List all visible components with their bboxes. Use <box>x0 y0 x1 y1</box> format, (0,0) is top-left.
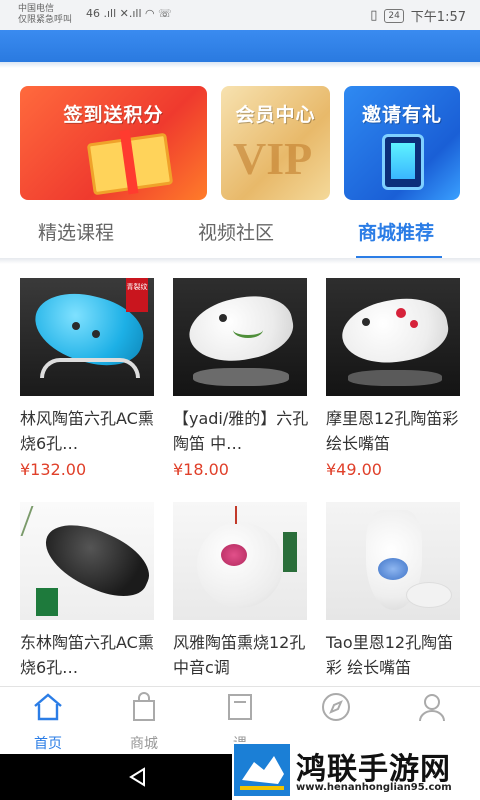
plum-blossom-mark <box>396 308 406 318</box>
carrier-status: 仅限紧急呼叫 <box>18 15 73 25</box>
banner-invite[interactable]: 邀请有礼 <box>344 86 460 200</box>
product-title: Tao里恩12孔陶笛彩 绘长嘴笛 <box>326 633 454 677</box>
signal-text: 46 .ıll ✕.ıll <box>86 7 142 20</box>
product-title: 林风陶笛六孔AC熏 烧6孔… <box>20 409 154 453</box>
painted-leaf-mark <box>233 322 263 338</box>
product-price: ¥18.00 <box>173 460 229 479</box>
vip-art: VIP <box>233 133 313 184</box>
book-icon <box>228 694 252 720</box>
hole-mark <box>72 322 80 330</box>
app-screen: 中国电信 仅限紧急呼叫 46 .ıll ✕.ıll ◠ ☏ ▯ 24 下午1:5… <box>0 0 480 800</box>
product-title: 风雅陶笛熏烧12孔 中音c调 <box>173 633 306 677</box>
nav-mall-label: 商城 <box>130 736 158 752</box>
tab-divider <box>0 258 480 264</box>
product-price: ¥49.00 <box>326 460 382 479</box>
app-header <box>0 30 480 62</box>
product-image <box>173 278 307 396</box>
clock: 下午1:57 <box>410 10 466 25</box>
header-shadow <box>0 62 480 68</box>
product-image <box>20 502 154 620</box>
hole-mark <box>362 318 370 326</box>
product-price: ¥132.00 <box>20 460 87 479</box>
wifi-icon: ◠ ☏ <box>145 7 172 20</box>
stone-base-illustration <box>348 370 442 386</box>
home-icon <box>34 693 62 721</box>
hand-illustration <box>406 582 452 608</box>
hole-mark <box>219 314 227 322</box>
nav-home[interactable]: 首页 <box>0 687 96 755</box>
painted-blue-flower-mark <box>378 558 408 580</box>
plum-blossom-mark <box>410 320 418 328</box>
banner-sign-in[interactable]: 签到送积分 <box>20 86 207 200</box>
status-bar: 中国电信 仅限紧急呼叫 46 .ıll ✕.ıll ◠ ☏ ▯ 24 下午1:5… <box>0 0 480 30</box>
battery-indicator: 24 <box>384 8 404 23</box>
product-tag: 青裂纹 <box>126 278 148 312</box>
product-image: 青裂纹 <box>20 278 154 396</box>
signal-icons: 46 .ıll ✕.ıll ◠ ☏ <box>86 7 172 20</box>
watermark-url: www.henanhonglian95.com <box>296 782 452 793</box>
painted-flower-mark <box>221 544 247 566</box>
vibrate-icon: ▯ <box>370 8 378 23</box>
carrier-name: 中国电信 <box>18 4 55 14</box>
phone-illustration <box>382 134 424 190</box>
banner-invite-title: 邀请有礼 <box>361 104 442 126</box>
banner-vip-title: 会员中心 <box>235 104 316 126</box>
cord-mark <box>235 506 237 524</box>
compass-icon <box>322 693 350 721</box>
nav-home-label: 首页 <box>34 736 62 752</box>
product-title: 东林陶笛六孔AC熏 烧6孔… <box>20 633 154 677</box>
back-triangle-icon[interactable] <box>128 767 148 787</box>
ocarina-illustration <box>337 291 453 371</box>
tab-featured-courses[interactable]: 精选课程 <box>38 218 114 245</box>
banner-vip-center[interactable]: 会员中心 VIP <box>221 86 330 200</box>
product-title: 【yadi/雅的】六孔 陶笛 中… <box>173 409 309 453</box>
banner-sign-in-title: 签到送积分 <box>63 104 164 126</box>
green-tag-mark <box>36 588 58 616</box>
tab-mall-recommend[interactable]: 商城推荐 <box>358 218 434 245</box>
watermark-logo-icon <box>234 744 290 796</box>
phone-screen-illustration <box>391 143 415 179</box>
nav-mall[interactable]: 商城 <box>96 687 192 755</box>
stone-base-illustration <box>193 368 289 386</box>
product-title: 摩里恩12孔陶笛彩 绘长嘴笛 <box>326 409 459 453</box>
category-tabs: 精选课程 视频社区 商城推荐 <box>0 208 480 259</box>
hole-mark <box>92 330 100 338</box>
product-image <box>326 278 460 396</box>
green-tag-mark <box>283 532 297 572</box>
shopping-bag-icon <box>133 692 155 721</box>
user-icon <box>419 694 445 722</box>
product-image <box>173 502 307 620</box>
watermark: 鸿联手游网 www.henanhonglian95.com <box>232 742 480 800</box>
tab-video-community[interactable]: 视频社区 <box>198 218 274 245</box>
product-image <box>326 502 460 620</box>
status-right: ▯ 24 下午1:57 <box>370 6 466 25</box>
stand-illustration <box>40 358 140 378</box>
ocarina-illustration <box>197 522 283 608</box>
carrier-info: 中国电信 仅限紧急呼叫 <box>18 4 72 26</box>
